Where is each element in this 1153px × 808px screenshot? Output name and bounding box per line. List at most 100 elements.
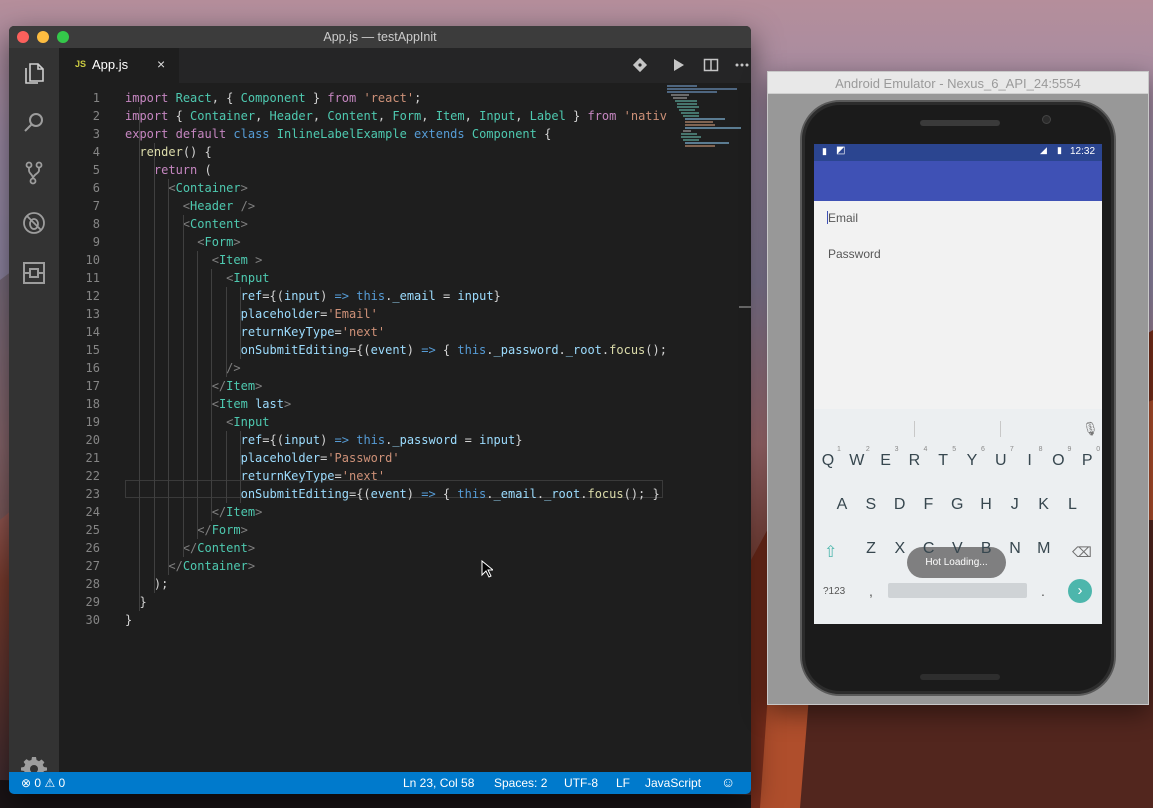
- language-mode[interactable]: JavaScript: [645, 776, 701, 790]
- explorer-icon[interactable]: [21, 60, 47, 86]
- window-minimize-button[interactable]: [37, 31, 49, 43]
- key-hint: 6: [981, 446, 985, 453]
- key-hint: 5: [952, 446, 957, 453]
- key-h[interactable]: H: [976, 496, 996, 514]
- key-y[interactable]: Y: [962, 452, 982, 470]
- code-line[interactable]: import React, { Component } from 'react'…: [125, 89, 421, 107]
- code-line[interactable]: }: [125, 593, 146, 611]
- key-i[interactable]: I: [1020, 452, 1040, 470]
- key-f[interactable]: F: [918, 496, 938, 514]
- key-j[interactable]: J: [1005, 496, 1025, 514]
- code-editor[interactable]: 1 2 3 4 5 6 7 8 9 10 11 12 13 14 15 16 17 18 19 20 21 22 23 24 2…: [59, 83, 751, 772]
- go-key[interactable]: ›: [1068, 579, 1092, 603]
- code-line[interactable]: returnKeyType='next': [125, 323, 386, 341]
- line-number: 16: [85, 361, 100, 375]
- code-line[interactable]: placeholder='Password': [125, 449, 400, 467]
- code-line[interactable]: <Content>: [125, 215, 248, 233]
- code-line[interactable]: </Form>: [125, 521, 248, 539]
- code-line[interactable]: );: [125, 575, 168, 593]
- window-close-button[interactable]: [17, 31, 29, 43]
- key-w[interactable]: W: [847, 452, 867, 470]
- code-line[interactable]: <Item last>: [125, 395, 292, 413]
- code-line[interactable]: ref={(input) => this._email = input}: [125, 287, 501, 305]
- code-line[interactable]: render() {: [125, 143, 211, 161]
- line-number: 3: [92, 127, 100, 141]
- code-line[interactable]: onSubmitEditing={(event) => { this._emai…: [125, 485, 660, 503]
- code-line[interactable]: placeholder='Email': [125, 305, 378, 323]
- code-line[interactable]: <Container>: [125, 179, 248, 197]
- key-c[interactable]: C: [919, 540, 939, 558]
- source-control-icon[interactable]: [21, 160, 47, 186]
- line-number: 24: [85, 505, 100, 519]
- problems-indicator[interactable]: ⊗ 0 ⚠ 0: [21, 776, 65, 790]
- code-line[interactable]: export default class InlineLabelExample …: [125, 125, 551, 143]
- shift-key-icon[interactable]: ⇧: [824, 542, 837, 562]
- scrollbar-position-marker[interactable]: [739, 306, 751, 308]
- backspace-key-icon[interactable]: ⌫: [1072, 544, 1092, 561]
- line-number: 15: [85, 343, 100, 357]
- email-input[interactable]: Email: [828, 211, 858, 225]
- battery-icon: ▮: [1057, 145, 1062, 155]
- window-maximize-button[interactable]: [57, 31, 69, 43]
- debug-icon[interactable]: [21, 210, 47, 236]
- microphone-icon[interactable]: 🎙: [1082, 421, 1099, 437]
- period-key[interactable]: .: [1041, 583, 1045, 599]
- tab-label: App.js: [92, 57, 129, 72]
- key-b[interactable]: B: [976, 540, 996, 558]
- code-line[interactable]: onSubmitEditing={(event) => { this._pass…: [125, 341, 667, 359]
- key-u[interactable]: U: [991, 452, 1011, 470]
- key-l[interactable]: L: [1062, 496, 1082, 514]
- key-a[interactable]: A: [832, 496, 852, 514]
- code-line[interactable]: }: [125, 611, 132, 629]
- key-s[interactable]: S: [861, 496, 881, 514]
- line-number: 29: [85, 595, 100, 609]
- tab-app-js[interactable]: JS App.js ×: [59, 48, 179, 83]
- code-line[interactable]: </Item>: [125, 377, 263, 395]
- line-number: 17: [85, 379, 100, 393]
- cursor-position[interactable]: Ln 23, Col 58: [403, 776, 474, 790]
- key-q[interactable]: Q: [818, 452, 838, 470]
- symbols-key[interactable]: ?123: [823, 586, 845, 597]
- feedback-smiley-icon[interactable]: ☺: [721, 774, 735, 790]
- encoding-setting[interactable]: UTF-8: [564, 776, 598, 790]
- minimap[interactable]: [665, 83, 741, 153]
- search-icon[interactable]: [21, 110, 47, 136]
- split-editor-icon[interactable]: [702, 56, 720, 74]
- code-line[interactable]: </Content>: [125, 539, 255, 557]
- key-o[interactable]: O: [1048, 452, 1068, 470]
- key-n[interactable]: N: [1005, 540, 1025, 558]
- more-actions-icon[interactable]: [733, 56, 751, 74]
- key-p[interactable]: P: [1077, 452, 1097, 470]
- android-emulator-window: Android Emulator - Nexus_6_API_24:5554 ▮…: [767, 71, 1149, 705]
- phone-screen[interactable]: ▮ ◩ ◢ ▮ 12:32 Email Password 🎙 ⇧ ⌫ ?123: [814, 144, 1102, 624]
- space-bar[interactable]: [888, 583, 1027, 598]
- line-number: 12: [85, 289, 100, 303]
- extensions-icon[interactable]: [21, 260, 47, 286]
- code-line[interactable]: returnKeyType='next': [125, 467, 386, 485]
- key-k[interactable]: K: [1034, 496, 1054, 514]
- run-icon[interactable]: [669, 56, 687, 74]
- key-v[interactable]: V: [947, 540, 967, 558]
- indentation-setting[interactable]: Spaces: 2: [494, 776, 547, 790]
- password-input[interactable]: Password: [828, 247, 881, 261]
- key-m[interactable]: M: [1034, 540, 1054, 558]
- suggestion-divider: [1000, 421, 1001, 437]
- open-changes-icon[interactable]: [631, 56, 649, 74]
- code-line[interactable]: import { Container, Header, Content, For…: [125, 107, 667, 125]
- key-r[interactable]: R: [904, 452, 924, 470]
- code-line[interactable]: </Container>: [125, 557, 255, 575]
- code-line[interactable]: <Header />: [125, 197, 255, 215]
- code-line[interactable]: return (: [125, 161, 212, 179]
- key-e[interactable]: E: [876, 452, 896, 470]
- key-x[interactable]: X: [890, 540, 910, 558]
- comma-key[interactable]: ,: [869, 583, 873, 599]
- close-tab-icon[interactable]: ×: [157, 56, 165, 72]
- end-of-line-setting[interactable]: LF: [616, 776, 630, 790]
- code-line[interactable]: ref={(input) => this._password = input}: [125, 431, 523, 449]
- key-g[interactable]: G: [947, 496, 967, 514]
- code-line[interactable]: </Item>: [125, 503, 263, 521]
- key-d[interactable]: D: [890, 496, 910, 514]
- key-z[interactable]: Z: [861, 540, 881, 558]
- code-line[interactable]: <Item >: [125, 251, 263, 269]
- key-t[interactable]: T: [933, 452, 953, 470]
